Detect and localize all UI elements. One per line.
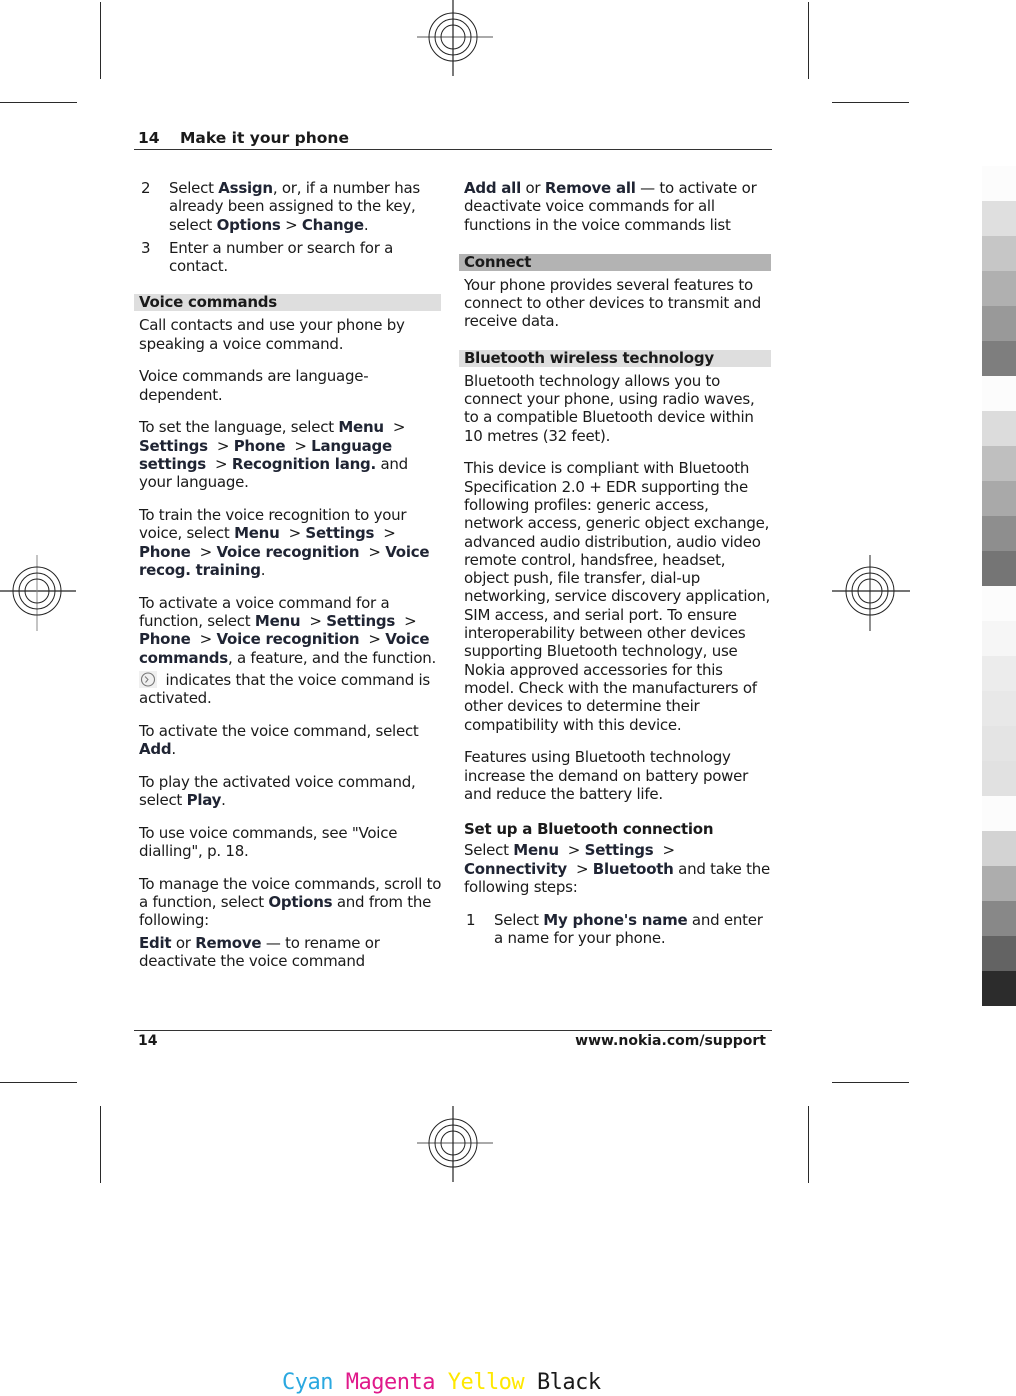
crop-mark: [808, 2, 810, 79]
crop-mark: [808, 1106, 810, 1183]
page-header: 14 Make it your phone: [134, 128, 772, 150]
header-title: Make it your phone: [180, 129, 349, 147]
gray-swatch: [982, 376, 1016, 411]
gray-swatch: [982, 306, 1016, 341]
section-heading-voice-commands: Voice commands: [134, 294, 441, 312]
crop-mark: [832, 1082, 909, 1084]
registration-mark-left: [0, 555, 76, 631]
voice-command-active-icon: [139, 670, 157, 688]
left-column: 2 Select Assign, or, if a number has alr…: [134, 179, 444, 985]
crop-mark: [832, 102, 909, 104]
cmyk-magenta: Magenta: [345, 1370, 436, 1395]
gray-swatch: [982, 341, 1016, 376]
option-add-remove-all: Add all or Remove all — to activate or d…: [464, 179, 757, 234]
gray-swatch: [982, 971, 1016, 1006]
paragraph: To train the voice recognition to your v…: [139, 506, 430, 579]
subheading-setup-bluetooth: Set up a Bluetooth connection: [464, 820, 714, 839]
right-column: Add all or Remove all — to activate or d…: [459, 179, 771, 952]
gray-swatch: [982, 551, 1016, 586]
gray-swatch: [982, 656, 1016, 691]
crop-mark: [0, 102, 77, 104]
gray-swatch: [982, 901, 1016, 936]
cmyk-yellow: Yellow: [447, 1370, 525, 1395]
paragraph: To set the language, select Menu > Setti…: [139, 418, 408, 492]
paragraph: To use voice commands, see "Voice dialli…: [139, 823, 398, 861]
gray-swatch: [982, 621, 1016, 656]
cmyk-cyan: Cyan: [282, 1370, 333, 1395]
gray-swatch: [982, 446, 1016, 481]
gray-swatch: [982, 481, 1016, 516]
footer-page-number: 14: [138, 1033, 158, 1049]
step-2: 2 Select Assign, or, if a number has alr…: [141, 179, 420, 234]
paragraph: Select Menu > Settings > Connectivity > …: [464, 841, 770, 896]
gray-swatch: [982, 586, 1016, 621]
paragraph: Voice commands are language-dependent.: [139, 367, 369, 404]
gray-calibration-strip: [982, 166, 1016, 1006]
section-heading-connect: Connect: [459, 253, 771, 271]
gray-swatch: [982, 516, 1016, 551]
page-footer: 14 www.nokia.com/support: [134, 1030, 772, 1049]
gray-swatch: [982, 166, 1016, 201]
footer-support-link[interactable]: www.nokia.com/support: [575, 1033, 766, 1049]
registration-mark-top: [417, 0, 493, 76]
paragraph: Call contacts and use your phone by spea…: [139, 316, 405, 353]
gray-swatch: [982, 411, 1016, 446]
crop-mark: [100, 2, 102, 79]
crop-mark: [100, 1106, 102, 1183]
crop-mark: [0, 1082, 77, 1084]
gray-swatch: [982, 236, 1016, 271]
gray-swatch: [982, 691, 1016, 726]
gray-swatch: [982, 831, 1016, 866]
paragraph: To activate a voice command for a functi…: [139, 593, 437, 667]
cmyk-color-labels: Cyan Magenta Yellow Black: [282, 1370, 601, 1395]
cmyk-black: Black: [536, 1370, 601, 1395]
gray-swatch: [982, 866, 1016, 901]
section-heading-bluetooth: Bluetooth wireless technology: [459, 349, 771, 367]
paragraph: indicates that the voice command is acti…: [139, 670, 430, 708]
gray-swatch: [982, 201, 1016, 236]
paragraph: To play the activated voice command, sel…: [139, 772, 416, 810]
header-page-number: 14: [138, 129, 160, 147]
registration-mark-right: [832, 555, 910, 631]
step-3: 3 Enter a number or search for a contact…: [141, 238, 394, 276]
paragraph: Your phone provides several features to …: [464, 275, 762, 331]
paragraph: To activate the voice command, select Ad…: [139, 721, 419, 759]
gray-swatch: [982, 726, 1016, 761]
gray-swatch: [982, 271, 1016, 306]
paragraph: This device is compliant with Bluetooth …: [464, 459, 771, 734]
registration-mark-bottom: [417, 1106, 493, 1182]
step-1: 1 Select My phone's name and enter a nam…: [466, 910, 763, 947]
gray-swatch: [982, 796, 1016, 831]
gray-swatch: [982, 761, 1016, 796]
paragraph: To manage the voice commands, scroll to …: [139, 874, 442, 930]
gray-swatch: [982, 936, 1016, 971]
paragraph: Features using Bluetooth technology incr…: [464, 748, 749, 803]
option-edit-remove: Edit or Remove — to rename or deactivate…: [139, 933, 380, 970]
paragraph: Bluetooth technology allows you to conne…: [464, 371, 755, 445]
